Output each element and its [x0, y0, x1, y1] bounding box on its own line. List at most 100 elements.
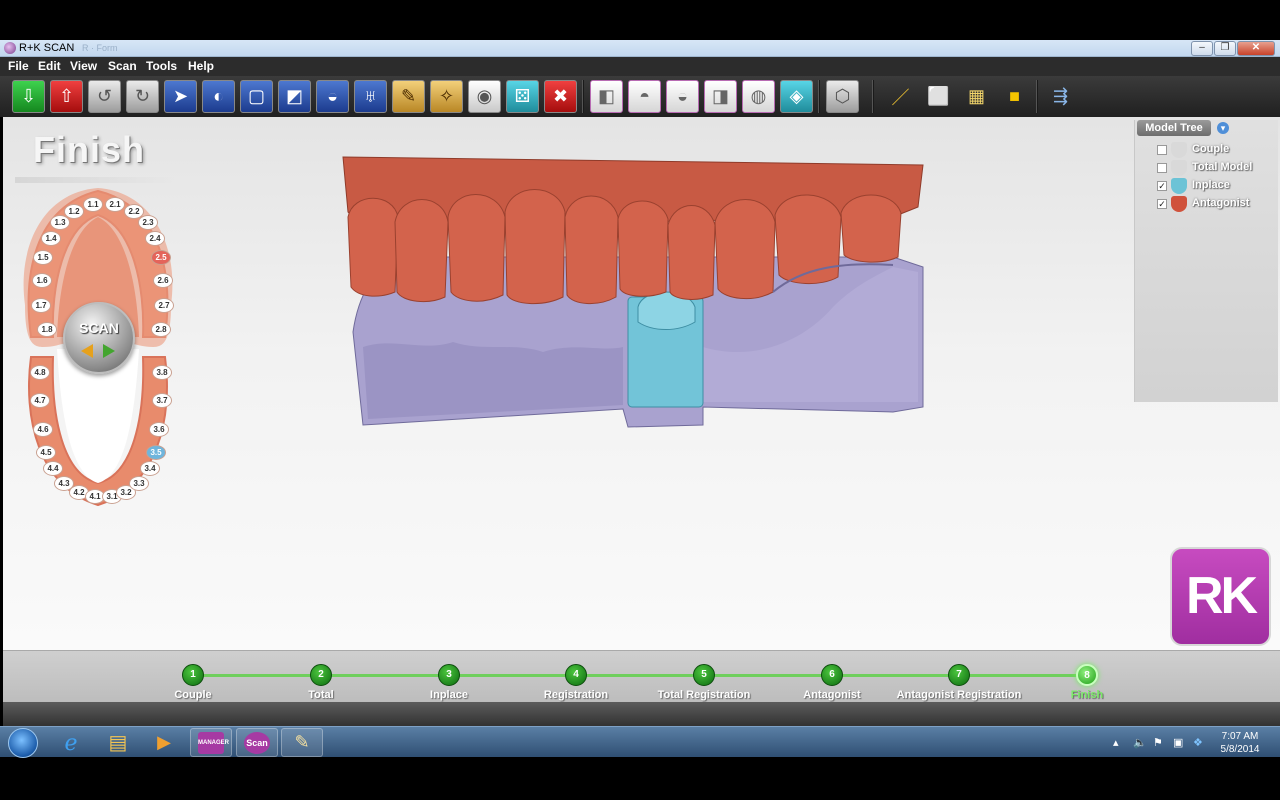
tooth-1-1[interactable]: 1.1	[83, 197, 103, 212]
dropbox-icon[interactable]: ❖	[1193, 736, 1203, 749]
close-button[interactable]: ✕	[1237, 41, 1275, 56]
tray-expand-icon[interactable]: ▴	[1113, 736, 1119, 749]
folder-icon[interactable]: ▤	[97, 728, 139, 757]
menu-scan[interactable]: Scan	[108, 59, 137, 73]
step-3-button[interactable]: 3	[438, 664, 460, 686]
tree-item-total-model[interactable]: Total Model	[1157, 160, 1275, 176]
tooth-2-6[interactable]: 2.6	[153, 273, 173, 288]
dice-icon[interactable]: ⚄	[506, 80, 539, 113]
dental-model-3d[interactable]	[333, 147, 933, 447]
tooth-2-7[interactable]: 2.7	[154, 298, 174, 313]
step-1-button[interactable]: 1	[182, 664, 204, 686]
cube-icon[interactable]: ⬜	[922, 80, 955, 113]
tooth-3-4[interactable]: 3.4	[140, 461, 160, 476]
tooth-1-2[interactable]: 1.2	[64, 204, 84, 219]
snapshot-icon[interactable]: ◉	[468, 80, 501, 113]
tooth-1-4[interactable]: 1.4	[41, 231, 61, 246]
tree-item-antagonist[interactable]: ✓ Antagonist	[1157, 196, 1275, 212]
tooth-3-5[interactable]: 3.5	[146, 445, 166, 460]
view-bottom-icon[interactable]: ◒	[666, 80, 699, 113]
tree-item-couple[interactable]: Couple	[1157, 142, 1275, 158]
plane-cut-icon[interactable]: ◩	[278, 80, 311, 113]
clock-time: 7:07 AM	[1221, 731, 1259, 742]
tree-checkbox[interactable]	[1157, 145, 1167, 155]
tooth-2-3[interactable]: 2.3	[138, 215, 158, 230]
rk-manager-icon[interactable]: MANAGER	[190, 728, 232, 757]
tooth-3-6[interactable]: 3.6	[149, 422, 169, 437]
camera-icon[interactable]: ✎	[392, 80, 425, 113]
tooth-4-7[interactable]: 4.7	[30, 393, 50, 408]
ie-icon[interactable]: ℯ	[50, 728, 92, 757]
select-icon[interactable]: ➤	[164, 80, 197, 113]
delete-icon[interactable]: ✖	[544, 80, 577, 113]
view-right-icon[interactable]: ◨	[704, 80, 737, 113]
tooth-3-7[interactable]: 3.7	[152, 393, 172, 408]
export-icon[interactable]: ⇧	[50, 80, 83, 113]
rotate-left-icon[interactable]: ↺	[88, 80, 121, 113]
scan-button[interactable]: SCAN	[63, 302, 135, 374]
tooth-icon[interactable]: ♅	[354, 80, 387, 113]
step-3-label: Inplace	[430, 689, 468, 701]
tooth-2-5[interactable]: 2.5	[151, 250, 171, 265]
mesh-cube-icon[interactable]: ▦	[960, 80, 993, 113]
clock[interactable]: 7:07 AM 5/8/2014	[1215, 730, 1265, 756]
menu-file[interactable]: File	[8, 59, 29, 73]
tree-checkbox[interactable]: ✓	[1157, 199, 1167, 209]
arrow-left-icon[interactable]	[81, 344, 93, 358]
tooth-2-8[interactable]: 2.8	[151, 322, 171, 337]
viewport-3d[interactable]: Finish 1.8 1.7 1.6 1.5 1.4 1.3 1.2 1.1 2.1 2.2 2.3…	[3, 117, 1280, 650]
compass-icon[interactable]: ✧	[430, 80, 463, 113]
tooth-3-8[interactable]: 3.8	[152, 365, 172, 380]
ruler-icon[interactable]: ／	[884, 80, 917, 113]
tree-toggle-icon[interactable]: ▾	[1217, 122, 1229, 134]
tooth-2-1[interactable]: 2.1	[105, 197, 125, 212]
menu-tools[interactable]: Tools	[146, 59, 177, 73]
step-4-button[interactable]: 4	[565, 664, 587, 686]
tooth-1-8[interactable]: 1.8	[37, 322, 57, 337]
view-occlusal-icon[interactable]: ◈	[780, 80, 813, 113]
tree-checkbox[interactable]	[1157, 163, 1167, 173]
step-5-button[interactable]: 5	[693, 664, 715, 686]
minimize-button[interactable]: –	[1191, 41, 1213, 56]
solid-cube-icon[interactable]: ■	[998, 80, 1031, 113]
tooth-4-5[interactable]: 4.5	[36, 445, 56, 460]
menu-edit[interactable]: Edit	[38, 59, 61, 73]
import-icon[interactable]: ⇩	[12, 80, 45, 113]
step-6-button[interactable]: 6	[821, 664, 843, 686]
rotate-right-icon[interactable]: ↻	[126, 80, 159, 113]
rectangle-select-icon[interactable]: ▢	[240, 80, 273, 113]
media-player-icon[interactable]: ▶	[143, 728, 185, 757]
tooth-3-3[interactable]: 3.3	[129, 476, 149, 491]
maximize-button[interactable]: ❐	[1214, 41, 1236, 56]
tooth-1-5[interactable]: 1.5	[33, 250, 53, 265]
tooth-4-6[interactable]: 4.6	[33, 422, 53, 437]
view-default-icon[interactable]: ⬡	[826, 80, 859, 113]
step-7-label: Antagonist Registration	[896, 689, 1022, 701]
arrow-right-icon[interactable]	[103, 344, 115, 358]
tree-item-inplace[interactable]: ✓ Inplace	[1157, 178, 1275, 194]
tooth-4-4[interactable]: 4.4	[43, 461, 63, 476]
volume-icon[interactable]: 🔈	[1133, 736, 1147, 749]
rk-scan-icon[interactable]: Scan	[236, 728, 278, 757]
step-7-button[interactable]: 7	[948, 664, 970, 686]
flag-icon[interactable]: ⚑	[1153, 736, 1163, 749]
menu-help[interactable]: Help	[188, 59, 214, 73]
export-model-icon[interactable]: ⇶	[1044, 80, 1077, 113]
paint-icon[interactable]: ✎	[281, 728, 323, 757]
tooth-1-7[interactable]: 1.7	[31, 298, 51, 313]
view-top-icon[interactable]: ◓	[628, 80, 661, 113]
step-2-button[interactable]: 2	[310, 664, 332, 686]
lasso-icon[interactable]: ◐	[202, 80, 235, 113]
view-front-icon[interactable]: ◍	[742, 80, 775, 113]
tooth-2-4[interactable]: 2.4	[145, 231, 165, 246]
tooth-1-6[interactable]: 1.6	[32, 273, 52, 288]
start-button[interactable]	[8, 728, 38, 758]
tree-checkbox[interactable]: ✓	[1157, 181, 1167, 191]
view-left-icon[interactable]: ◧	[590, 80, 623, 113]
network-icon[interactable]: ▣	[1173, 736, 1183, 749]
tree-item-label: Inplace	[1192, 179, 1230, 191]
step-8-button[interactable]: 8	[1076, 664, 1098, 686]
tooth-4-8[interactable]: 4.8	[30, 365, 50, 380]
menu-view[interactable]: View	[70, 59, 97, 73]
surface-icon[interactable]: ◒	[316, 80, 349, 113]
